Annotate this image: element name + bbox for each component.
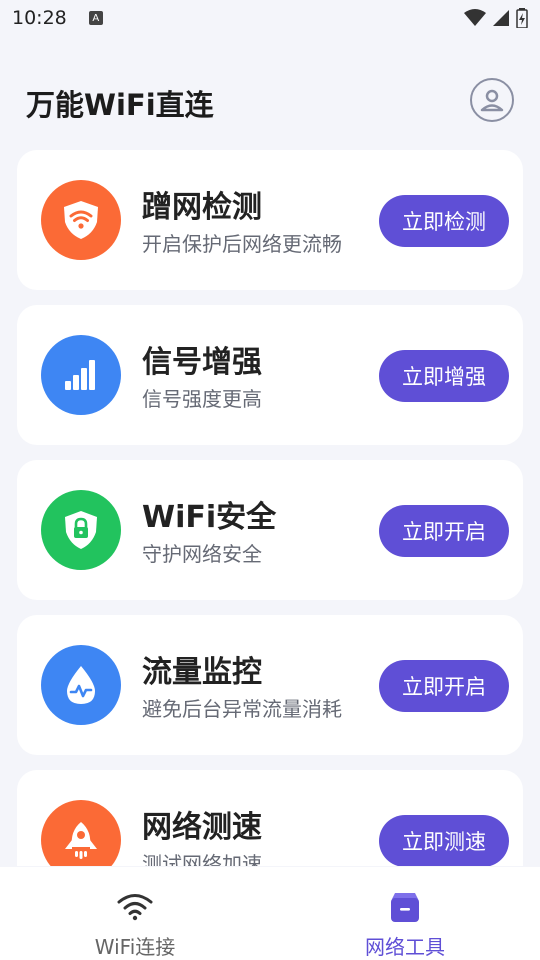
tab-network-tools[interactable]: 网络工具 <box>270 867 540 960</box>
wifi-icon <box>117 894 153 921</box>
enable-monitor-button[interactable]: 立即开启 <box>379 660 509 712</box>
tab-label: WiFi连接 <box>94 935 176 959</box>
card-signal-boost: 信号增强 信号强度更高 立即增强 <box>17 305 523 445</box>
status-right <box>464 8 528 28</box>
card-speed-test: 网络测速 测试网络加速 立即测速 <box>17 770 523 866</box>
icon-badge <box>41 800 121 866</box>
rocket-icon <box>65 822 97 859</box>
toolbox-icon <box>391 893 419 922</box>
card-title: 信号增强 <box>142 345 262 380</box>
card-title: WiFi安全 <box>142 500 277 535</box>
tab-wifi-connect[interactable]: WiFi连接 <box>0 867 270 960</box>
boost-now-button[interactable]: 立即增强 <box>379 350 509 402</box>
user-icon <box>480 89 504 112</box>
tab-icon-wrap <box>116 891 154 923</box>
card-title: 流量监控 <box>142 655 262 690</box>
notification-a-icon: A <box>88 11 103 25</box>
card-subtitle: 信号强度更高 <box>142 387 262 411</box>
lock-shield-icon <box>65 511 97 549</box>
status-bar: 10:28 A <box>0 0 540 36</box>
cell-signal-icon <box>493 10 509 26</box>
icon-badge <box>41 335 121 415</box>
card-wifi-security: WiFi安全 守护网络安全 立即开启 <box>17 460 523 600</box>
icon-badge <box>41 490 121 570</box>
tab-label: 网络工具 <box>365 935 445 959</box>
wifi-status-icon <box>464 9 486 26</box>
icon-badge <box>41 180 121 260</box>
enable-security-button[interactable]: 立即开启 <box>379 505 509 557</box>
status-time: 10:28 <box>12 7 67 29</box>
page-title: 万能WiFi直连 <box>26 88 214 122</box>
card-subtitle: 守护网络安全 <box>142 542 262 566</box>
bottom-tab-bar: WiFi连接 网络工具 <box>0 867 540 960</box>
card-subtitle: 避免后台异常流量消耗 <box>142 697 342 721</box>
signal-bars-icon <box>65 360 95 390</box>
detect-now-button[interactable]: 立即检测 <box>379 195 509 247</box>
speed-test-button[interactable]: 立即测速 <box>379 815 509 866</box>
feature-list: 蹭网检测 开启保护后网络更流畅 立即检测 信号增强 信号强度更高 立即增强 Wi… <box>0 148 540 866</box>
card-traffic-monitor: 流量监控 避免后台异常流量消耗 立即开启 <box>17 615 523 755</box>
header: 万能WiFi直连 <box>0 60 540 140</box>
card-subtitle: 测试网络加速 <box>142 852 262 866</box>
water-drop-icon <box>67 666 95 704</box>
battery-icon <box>516 8 528 28</box>
wifi-shield-icon <box>64 201 98 239</box>
card-title: 网络测速 <box>142 810 262 845</box>
card-freeload-detect: 蹭网检测 开启保护后网络更流畅 立即检测 <box>17 150 523 290</box>
icon-badge <box>41 645 121 725</box>
profile-button[interactable] <box>470 78 514 122</box>
card-title: 蹭网检测 <box>142 190 262 225</box>
card-subtitle: 开启保护后网络更流畅 <box>142 232 342 256</box>
tab-icon-wrap <box>390 891 420 923</box>
